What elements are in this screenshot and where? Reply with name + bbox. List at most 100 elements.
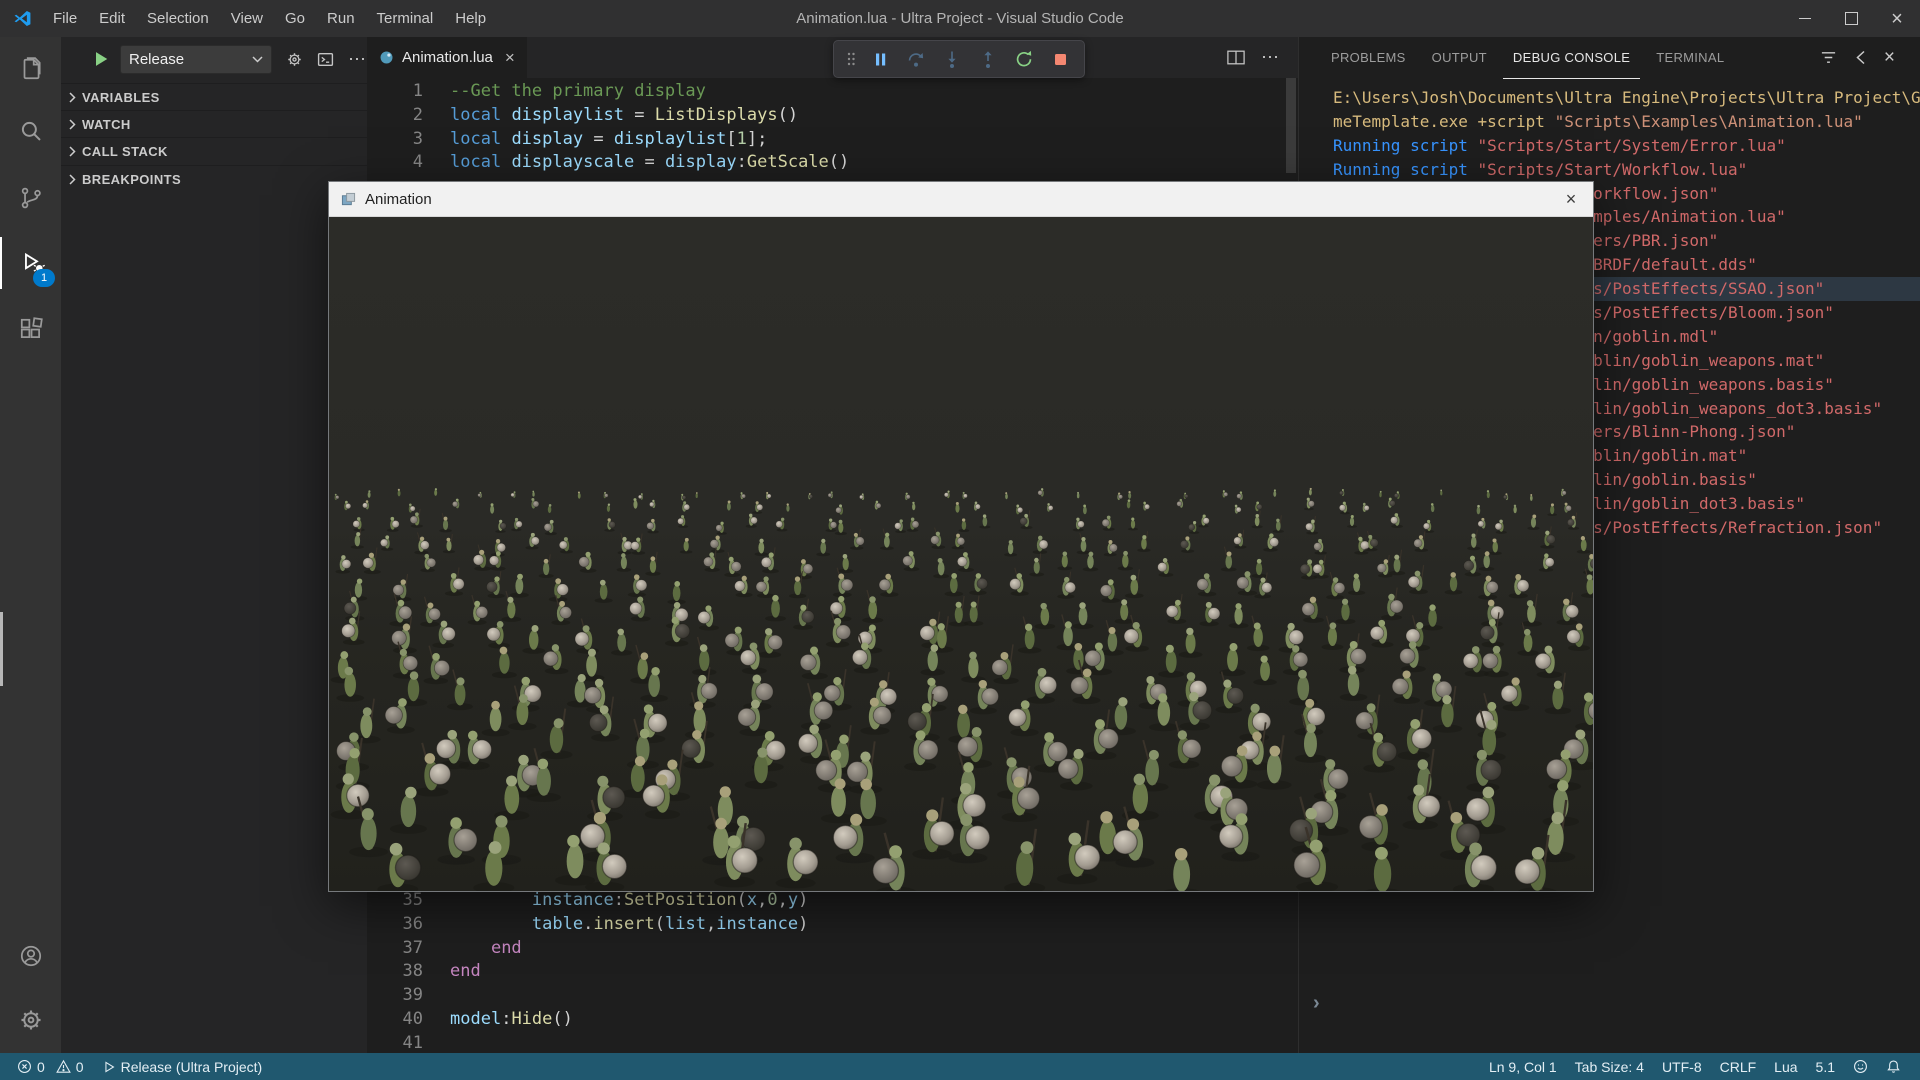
notifications-button[interactable] — [1877, 1053, 1910, 1080]
cursor-position[interactable]: Ln 9, Col 1 — [1480, 1053, 1566, 1080]
animation-window-titlebar[interactable]: Animation × — [329, 182, 1593, 217]
restart-button[interactable] — [1006, 43, 1042, 75]
debug-config-dropdown[interactable]: Release — [120, 45, 272, 74]
encoding[interactable]: UTF-8 — [1653, 1053, 1711, 1080]
settings-button[interactable] — [0, 994, 61, 1046]
section-watch[interactable]: WATCH — [61, 110, 367, 138]
panel-close-icon[interactable]: × — [1884, 47, 1895, 69]
line-number: 41 — [367, 1032, 423, 1053]
error-count: 0 — [37, 1059, 45, 1075]
step-over-button[interactable] — [898, 43, 934, 75]
run-debug-sidebar: Release ⋯ VARIABLES WATCH CALL STACK BRE… — [61, 37, 367, 1053]
close-icon: × — [1891, 9, 1903, 29]
feedback-button[interactable] — [1844, 1053, 1877, 1080]
toolbar-grip-handle[interactable] — [840, 43, 862, 75]
pause-button[interactable] — [862, 43, 898, 75]
debug-config-value: Release — [129, 51, 184, 68]
chevron-left-icon[interactable] — [1855, 50, 1866, 65]
section-breakpoints[interactable]: BREAKPOINTS — [61, 165, 367, 193]
chevron-down-icon — [252, 56, 263, 63]
menu-selection[interactable]: Selection — [136, 0, 220, 37]
maximize-button[interactable] — [1828, 0, 1874, 37]
app-window-icon — [341, 192, 356, 207]
line-number: 2 — [367, 104, 423, 128]
problems-status[interactable]: 0 0 — [8, 1053, 93, 1080]
menu-help[interactable]: Help — [444, 0, 497, 37]
chevron-right-icon — [69, 146, 76, 157]
debug-sidebar-toolbar: Release ⋯ — [61, 43, 367, 75]
animation-window-title: Animation — [365, 191, 432, 208]
debug-start-button[interactable] — [91, 49, 111, 69]
warning-icon — [56, 1059, 71, 1074]
account-icon — [18, 943, 44, 969]
console-line: Running script "Scripts/Start/System/Err… — [1299, 134, 1920, 158]
menu-run[interactable]: Run — [316, 0, 366, 37]
sidebar-item-search[interactable] — [0, 105, 61, 157]
editor-more-button[interactable]: ⋯ — [1261, 47, 1280, 68]
panel-tab-problems[interactable]: PROBLEMS — [1321, 37, 1416, 79]
debug-console-icon[interactable] — [317, 51, 334, 68]
language-mode[interactable]: Lua — [1765, 1053, 1806, 1080]
line-number: 35 — [367, 889, 423, 913]
line-number: 39 — [367, 984, 423, 1008]
activity-bar: 1 — [0, 37, 61, 1053]
filter-icon[interactable] — [1820, 49, 1837, 66]
menu-view[interactable]: View — [220, 0, 274, 37]
tab-animation-lua[interactable]: Animation.lua × — [367, 37, 527, 78]
menu-bar: File Edit Selection View Go Run Terminal… — [42, 0, 497, 37]
editor-scrollbar[interactable] — [1286, 78, 1296, 173]
step-out-button[interactable] — [970, 43, 1006, 75]
code-line: 1--Get the primary display — [367, 80, 849, 104]
panel-tab-debug-console[interactable]: DEBUG CONSOLE — [1503, 37, 1640, 79]
split-editor-button[interactable] — [1227, 50, 1245, 65]
menu-go[interactable]: Go — [274, 0, 316, 37]
tab-size[interactable]: Tab Size: 4 — [1566, 1053, 1653, 1080]
code-line: 2local displaylist = ListDisplays() — [367, 104, 849, 128]
line-number: 38 — [367, 960, 423, 984]
lua-file-icon — [379, 50, 394, 65]
panel-tab-terminal[interactable]: TERMINAL — [1646, 37, 1734, 79]
sidebar-item-explorer[interactable] — [0, 43, 61, 95]
console-line: Running script "Scripts/Start/Workflow.l… — [1299, 158, 1920, 182]
code-line: 3local display = displaylist[1]; — [367, 128, 849, 152]
section-call-stack[interactable]: CALL STACK — [61, 137, 367, 165]
line-number: 37 — [367, 937, 423, 961]
debug-settings-gear-button[interactable] — [286, 51, 303, 68]
menu-file[interactable]: File — [42, 0, 88, 37]
menu-terminal[interactable]: Terminal — [366, 0, 445, 37]
section-variables[interactable]: VARIABLES — [61, 83, 367, 111]
animation-viewport[interactable] — [329, 217, 1593, 891]
close-button[interactable]: × — [1874, 0, 1920, 37]
step-into-button[interactable] — [934, 43, 970, 75]
window-controls: × — [1782, 0, 1920, 37]
sidebar-item-extensions[interactable] — [0, 303, 61, 355]
code-line: 40model:Hide() — [367, 1008, 808, 1032]
chevron-right-icon — [69, 119, 76, 130]
sidebar-item-source-control[interactable] — [0, 172, 61, 224]
line-number: 1 — [367, 80, 423, 104]
console-prompt-chevron[interactable]: › — [1313, 992, 1320, 1015]
debug-more-actions-button[interactable]: ⋯ — [348, 49, 367, 70]
extensions-icon — [18, 316, 44, 342]
panel-header: PROBLEMSOUTPUTDEBUG CONSOLETERMINAL × — [1299, 37, 1920, 78]
line-number: 36 — [367, 913, 423, 937]
animation-window-close-icon[interactable]: × — [1549, 182, 1593, 216]
menu-edit[interactable]: Edit — [88, 0, 136, 37]
run-status[interactable]: Release (Ultra Project) — [93, 1053, 272, 1080]
goblin-crowd-render — [329, 217, 1593, 891]
warning-count: 0 — [76, 1059, 84, 1075]
minimize-button[interactable] — [1782, 0, 1828, 37]
lua-version[interactable]: 5.1 — [1807, 1053, 1844, 1080]
sidebar-item-run-debug[interactable]: 1 — [0, 237, 63, 289]
tab-close-icon[interactable]: × — [505, 49, 515, 66]
more-icon: ⋯ — [348, 49, 367, 70]
editor-actions: ⋯ — [1227, 37, 1280, 78]
window-title: Animation.lua - Ultra Project - Visual S… — [796, 0, 1123, 37]
left-edge-highlight — [0, 612, 3, 686]
account-button[interactable] — [0, 930, 61, 982]
gear-icon — [18, 1007, 44, 1033]
stop-button[interactable] — [1042, 43, 1078, 75]
line-number: 40 — [367, 1008, 423, 1032]
panel-tab-output[interactable]: OUTPUT — [1422, 37, 1497, 79]
eol-sequence[interactable]: CRLF — [1711, 1053, 1766, 1080]
